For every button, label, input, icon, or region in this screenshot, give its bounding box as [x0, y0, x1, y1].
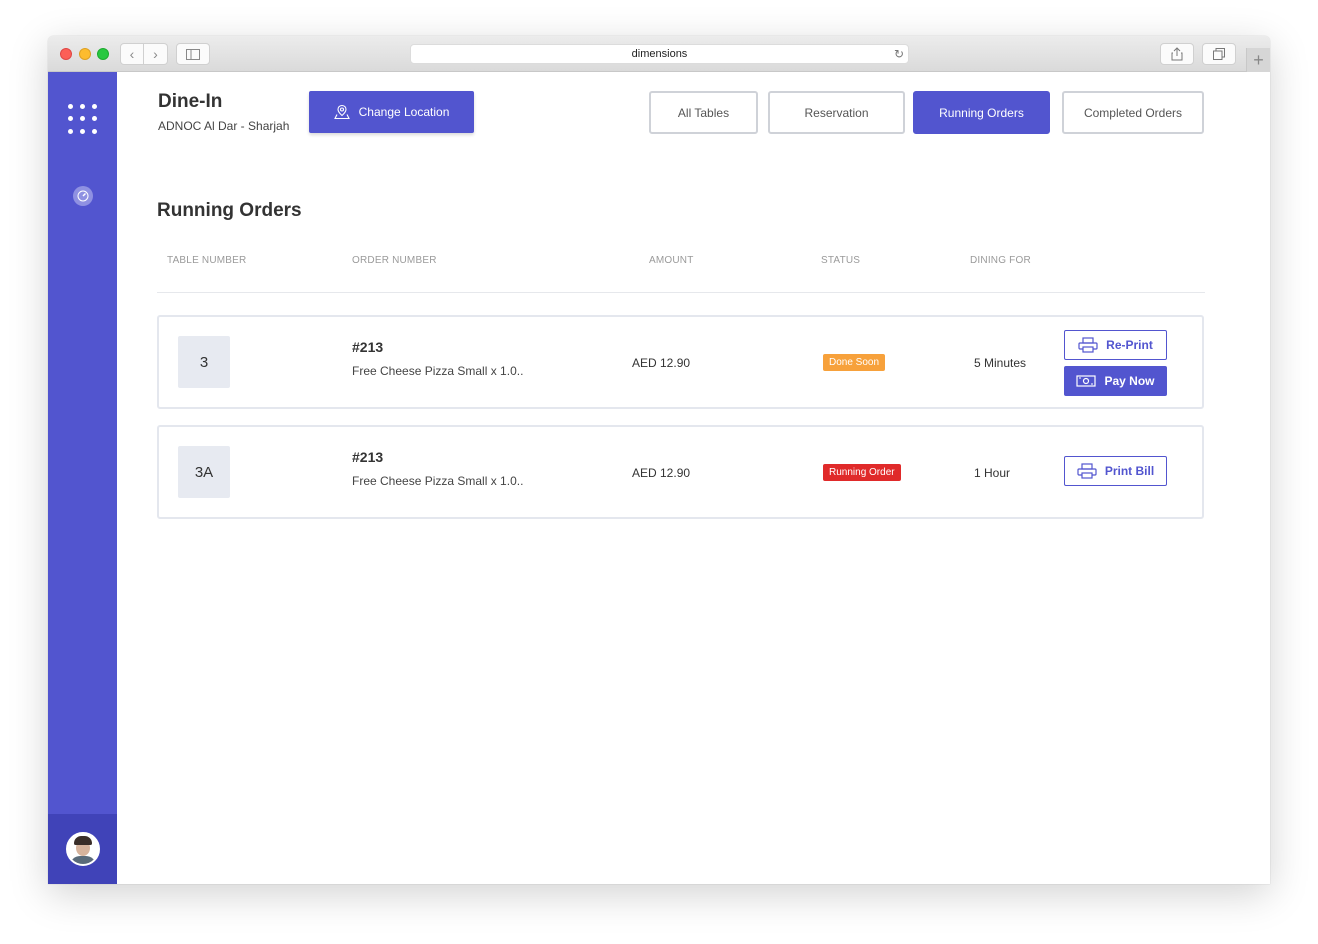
- table-number: 3: [178, 336, 230, 388]
- new-tab-button[interactable]: +: [1246, 48, 1270, 72]
- order-row[interactable]: 3A #213 Free Cheese Pizza Small x 1.0.. …: [157, 425, 1204, 519]
- print-bill-label: Print Bill: [1104, 464, 1155, 478]
- table-number: 3A: [178, 446, 230, 498]
- reload-icon[interactable]: ↻: [894, 45, 904, 63]
- sidebar-toggle-button[interactable]: [176, 43, 210, 65]
- column-header-table-number: TABLE NUMBER: [167, 255, 247, 266]
- url-text: dimensions: [631, 48, 688, 60]
- reprint-label: Re-Print: [1106, 338, 1153, 352]
- change-location-button[interactable]: Change Location: [309, 91, 474, 133]
- chevron-right-icon: ›: [153, 46, 158, 62]
- order-amount: AED 12.90: [632, 356, 691, 370]
- order-items: Free Cheese Pizza Small x 1.0..: [352, 364, 524, 378]
- apps-grid-icon[interactable]: [68, 104, 98, 134]
- main-content: Dine-In ADNOC Al Dar - Sharjah Change Lo…: [117, 72, 1270, 884]
- dining-duration: 5 Minutes: [974, 356, 1027, 370]
- sidebar: [48, 72, 117, 884]
- browser-toolbar: ‹ › dimensions ↻ +: [48, 36, 1270, 72]
- plus-icon: +: [1253, 49, 1264, 70]
- order-number: #213: [352, 449, 384, 465]
- browser-window: ‹ › dimensions ↻ + Dine-In ADNOC Al Dar …: [48, 36, 1270, 884]
- minimize-window-button[interactable]: [79, 48, 91, 60]
- page-title: Dine-In: [158, 91, 223, 112]
- column-header-amount: AMOUNT: [649, 255, 694, 266]
- pay-now-button[interactable]: Pay Now: [1064, 366, 1167, 396]
- column-header-dining-for: DINING FOR: [970, 255, 1031, 266]
- order-amount: AED 12.90: [632, 466, 691, 480]
- printer-icon: [1078, 337, 1098, 353]
- location-name: ADNOC Al Dar - Sharjah: [158, 119, 290, 133]
- share-button[interactable]: [1160, 43, 1194, 65]
- dining-duration: 1 Hour: [974, 466, 1011, 480]
- order-row[interactable]: 3 #213 Free Cheese Pizza Small x 1.0.. A…: [157, 315, 1204, 409]
- reprint-button[interactable]: Re-Print: [1064, 330, 1167, 360]
- dashboard-gauge-icon[interactable]: [73, 186, 93, 206]
- column-header-status: STATUS: [821, 255, 861, 266]
- location-pin-icon: [333, 104, 350, 120]
- share-icon: [1171, 47, 1183, 61]
- sidebar-icon: [186, 48, 200, 60]
- maximize-window-button[interactable]: [97, 48, 109, 60]
- status-badge: Done Soon: [823, 354, 886, 371]
- user-profile[interactable]: [48, 814, 117, 884]
- tab-all-tables[interactable]: All Tables: [649, 91, 758, 134]
- section-title: Running Orders: [157, 200, 302, 221]
- change-location-label: Change Location: [358, 105, 450, 119]
- order-number: #213: [352, 339, 384, 355]
- status-badge: Running Order: [823, 464, 901, 481]
- header-divider: [157, 292, 1205, 293]
- address-bar[interactable]: dimensions ↻: [410, 44, 909, 64]
- tab-running-orders[interactable]: Running Orders: [913, 91, 1050, 134]
- avatar[interactable]: [65, 832, 100, 866]
- forward-button[interactable]: ›: [144, 43, 168, 65]
- print-bill-button[interactable]: Print Bill: [1064, 456, 1167, 486]
- chevron-left-icon: ‹: [129, 46, 135, 62]
- order-items: Free Cheese Pizza Small x 1.0..: [352, 474, 524, 488]
- pay-now-label: Pay Now: [1104, 374, 1155, 388]
- tabs-icon: [1213, 48, 1225, 60]
- tab-completed-orders[interactable]: Completed Orders: [1062, 91, 1204, 134]
- column-header-order-number: ORDER NUMBER: [352, 255, 437, 266]
- printer-icon: [1077, 463, 1097, 479]
- tab-reservation[interactable]: Reservation: [768, 91, 905, 134]
- back-button[interactable]: ‹: [120, 43, 144, 65]
- show-tabs-button[interactable]: [1202, 43, 1236, 65]
- cash-icon: [1076, 375, 1097, 387]
- close-window-button[interactable]: [60, 48, 72, 60]
